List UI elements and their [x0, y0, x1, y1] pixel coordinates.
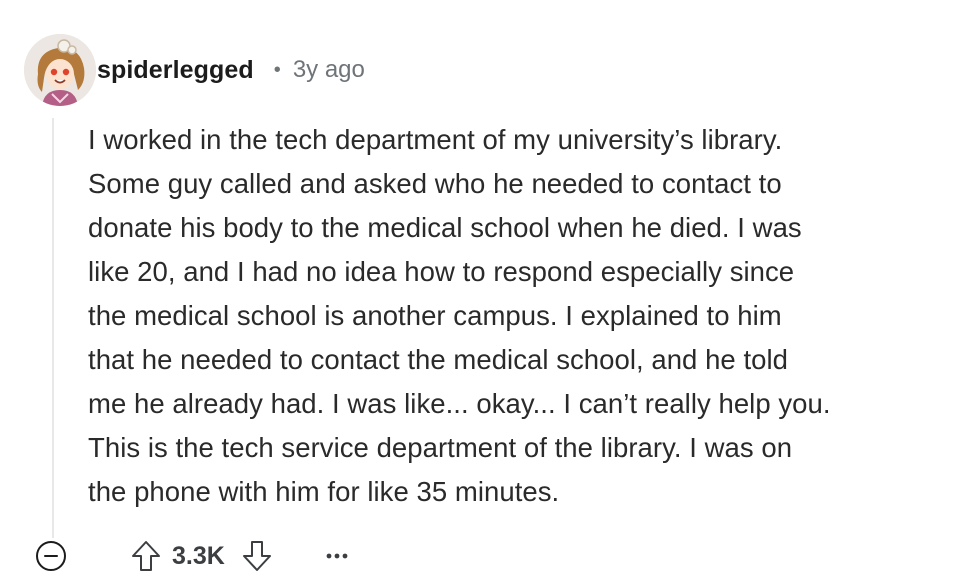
- comment-body-line: me he already had. I was like... okay...…: [88, 388, 831, 419]
- thread-line[interactable]: [52, 118, 54, 538]
- comment-body-line: that he needed to contact the medical sc…: [88, 344, 789, 375]
- avatar[interactable]: [24, 34, 96, 106]
- comment-body-line: like 20, and I had no idea how to respon…: [88, 256, 795, 287]
- comment-body-line: donate his body to the medical school wh…: [88, 212, 802, 243]
- comment-body: I worked in the tech department of my un…: [88, 118, 968, 514]
- arrow-up-icon: [132, 541, 160, 571]
- comment-body-line: the phone with him for like 35 minutes.: [88, 476, 560, 507]
- comment-body-line: the medical school is another campus. I …: [88, 300, 782, 331]
- more-options-button[interactable]: [319, 538, 355, 574]
- avatar-illustration: [24, 34, 96, 106]
- timestamp[interactable]: 3y ago: [293, 56, 365, 84]
- comment-actions: 3.3K: [34, 536, 355, 576]
- collapse-button[interactable]: [34, 539, 68, 573]
- upvote-button[interactable]: [128, 538, 164, 574]
- username[interactable]: spiderlegged: [97, 56, 254, 85]
- comment-body-line: This is the tech service department of t…: [88, 432, 793, 463]
- vote-score: 3.3K: [172, 541, 225, 570]
- comment-header: spiderlegged • 3y ago: [97, 52, 365, 88]
- minus-circle-icon: [36, 541, 66, 571]
- meta-separator: •: [273, 59, 281, 81]
- downvote-button[interactable]: [239, 538, 275, 574]
- ellipsis-icon: [326, 553, 348, 559]
- comment-body-line: I worked in the tech department of my un…: [88, 124, 783, 155]
- arrow-down-icon: [242, 541, 271, 571]
- comment-body-line: Some guy called and asked who he needed …: [88, 168, 782, 199]
